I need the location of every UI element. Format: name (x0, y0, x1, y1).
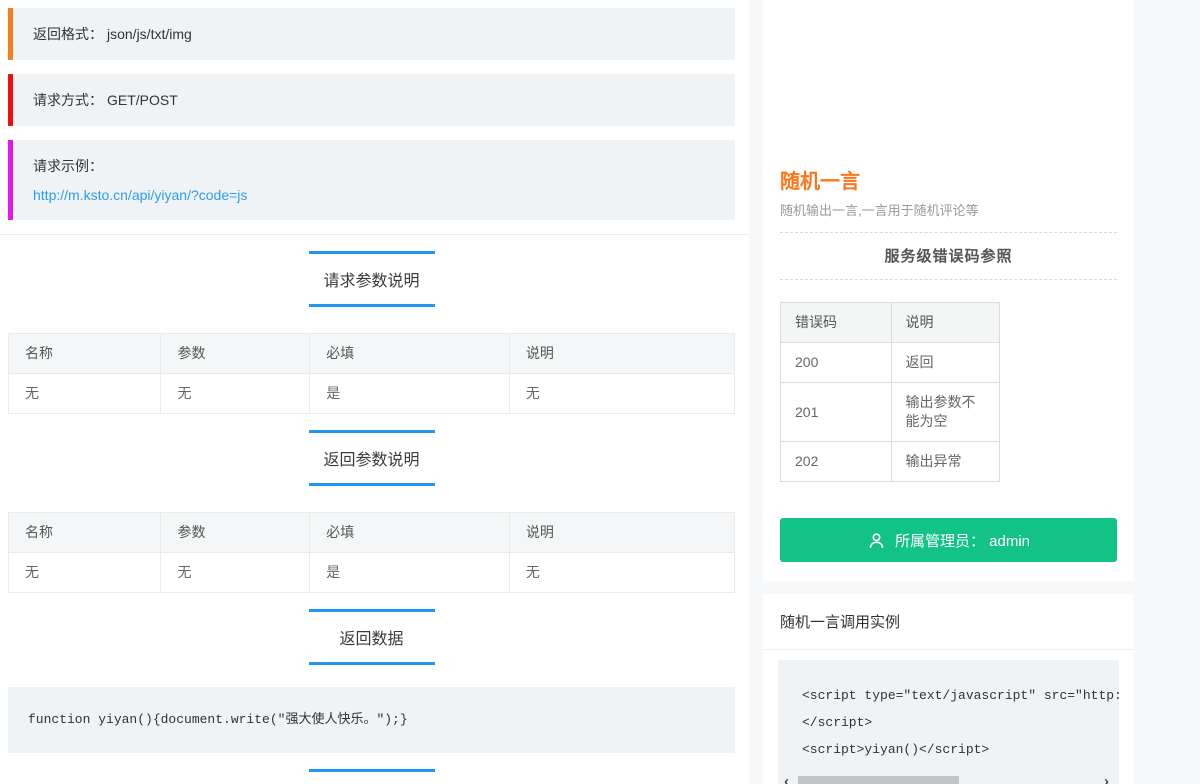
request-method-label: 请求方式： (33, 92, 103, 108)
person-icon (867, 531, 886, 550)
response-params-table: 名称 参数 必填 说明 无 无 是 无 (7, 512, 736, 593)
code-line: <script type="text/javascript" src="http… (802, 688, 1119, 703)
col-header-desc: 说明 (508, 512, 736, 553)
scrollbar-thumb[interactable] (798, 776, 959, 784)
table-row: 202 输出异常 (780, 441, 1001, 482)
request-example-link[interactable]: http://m.ksto.cn/api/yiyan/?code=js (33, 187, 247, 203)
request-example-box: 请求示例： http://m.ksto.cn/api/yiyan/?code=j… (8, 140, 735, 220)
page-background (1134, 0, 1200, 784)
table-header-row: 名称 参数 必填 说明 (7, 333, 736, 374)
col-header-param: 参数 (160, 512, 311, 553)
column-gutter (749, 0, 763, 784)
scroll-right-icon[interactable]: › (1104, 774, 1109, 784)
scrollbar-track[interactable] (795, 776, 1098, 784)
return-format-box: 返回格式： json/js/txt/img (8, 8, 735, 60)
example-card: 随机一言调用实例 <script type="text/javascript" … (763, 594, 1134, 784)
section-divider (0, 234, 749, 235)
example-code-block: <script type="text/javascript" src="http… (778, 660, 1119, 784)
cell-error-desc: 输出异常 (890, 441, 1001, 482)
request-method-value: GET/POST (107, 92, 178, 108)
admin-button-label: 所属管理员： admin (894, 532, 1031, 550)
admin-button[interactable]: 所属管理员： admin (780, 518, 1117, 562)
dashed-divider (780, 279, 1117, 280)
code-line: <script>yiyan()</script> (802, 742, 990, 757)
sidebar-panel: 随机一言 随机输出一言,一言用于随机评论等 服务级错误码参照 错误码 说明 20… (763, 0, 1134, 784)
api-image-placeholder (763, 0, 1134, 160)
table-row: 200 返回 (780, 342, 1001, 383)
col-header-name: 名称 (7, 333, 162, 374)
cell-param: 无 (160, 552, 311, 593)
col-header-desc: 说明 (508, 333, 736, 374)
section-title-response-data: 返回数据 (308, 609, 435, 665)
return-format-value: json/js/txt/img (107, 26, 192, 42)
return-format-label: 返回格式： (33, 26, 103, 42)
section-title-demo: 随机一言演示 (308, 769, 435, 784)
api-info-card: 随机一言 随机输出一言,一言用于随机评论等 服务级错误码参照 错误码 说明 20… (763, 0, 1134, 581)
example-card-title: 随机一言调用实例 (763, 594, 1134, 650)
request-example-label: 请求示例： (33, 158, 103, 174)
response-data-code: function yiyan(){document.write("强大使人快乐。… (8, 687, 735, 753)
table-row: 无 无 是 无 (7, 373, 736, 414)
col-header-required: 必填 (309, 512, 510, 553)
col-header-error-desc: 说明 (890, 302, 1001, 343)
table-row: 201 输出参数不能为空 (780, 382, 1001, 442)
cell-error-code: 200 (780, 342, 892, 383)
cell-error-desc: 返回 (890, 342, 1001, 383)
request-params-table: 名称 参数 必填 说明 无 无 是 无 (7, 333, 736, 414)
page-layout: 返回格式： json/js/txt/img 请求方式： GET/POST 请求示例：… (0, 0, 1200, 784)
cell-error-code: 201 (780, 382, 892, 442)
request-method-box: 请求方式： GET/POST (8, 74, 735, 126)
col-header-error-code: 错误码 (780, 302, 892, 343)
api-title: 随机一言 (780, 171, 860, 193)
col-header-name: 名称 (7, 512, 162, 553)
cell-name: 无 (7, 552, 162, 593)
cell-name: 无 (7, 373, 162, 414)
cell-required: 是 (309, 552, 510, 593)
api-subtitle: 随机输出一言,一言用于随机评论等 (780, 203, 979, 218)
example-code-lines: <script type="text/javascript" src="http… (778, 682, 1119, 763)
table-header-row: 错误码 说明 (780, 302, 1001, 343)
code-line: </script> (802, 715, 873, 730)
col-header-param: 参数 (160, 333, 311, 374)
scroll-left-icon[interactable]: ‹ (784, 774, 789, 784)
section-title-response-params: 返回参数说明 (308, 430, 435, 486)
horizontal-scrollbar[interactable]: ‹ › (784, 774, 1109, 784)
table-row: 无 无 是 无 (7, 552, 736, 593)
cell-param: 无 (160, 373, 311, 414)
error-codes-heading: 服务级错误码参照 (884, 248, 1013, 265)
cell-desc: 无 (508, 373, 736, 414)
cell-desc: 无 (508, 552, 736, 593)
main-content-panel: 返回格式： json/js/txt/img 请求方式： GET/POST 请求示例：… (0, 0, 749, 784)
col-header-required: 必填 (309, 333, 510, 374)
table-header-row: 名称 参数 必填 说明 (7, 512, 736, 553)
section-title-request-params: 请求参数说明 (308, 251, 435, 307)
cell-required: 是 (309, 373, 510, 414)
cell-error-desc: 输出参数不能为空 (890, 382, 1001, 442)
cell-error-code: 202 (780, 441, 892, 482)
error-codes-table: 错误码 说明 200 返回 201 输出参数不能为空 202 输出异常 (780, 302, 1001, 482)
